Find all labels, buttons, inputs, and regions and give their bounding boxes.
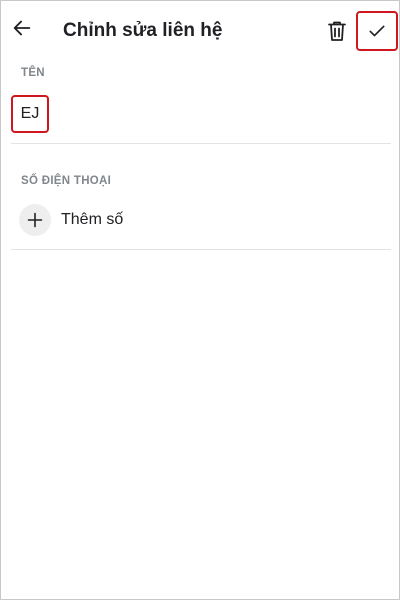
check-icon <box>369 25 385 37</box>
trash-icon <box>328 21 346 41</box>
add-phone-label: Thêm số <box>61 211 124 228</box>
name-section-label: TÊN <box>21 67 45 79</box>
page-title: Chỉnh sửa liên hệ <box>63 20 223 41</box>
delete-button[interactable] <box>323 16 351 46</box>
save-button[interactable] <box>356 11 398 51</box>
plus-icon <box>27 212 43 228</box>
back-button[interactable] <box>7 13 37 43</box>
divider <box>11 249 391 250</box>
arrow-left-icon <box>13 20 31 36</box>
phone-section-label: SỐ ĐIỆN THOẠI <box>21 175 112 187</box>
add-phone-button[interactable]: Thêm số <box>19 204 123 236</box>
add-phone-icon-circle <box>19 204 51 236</box>
contact-edit-screen: Chỉnh sửa liên hệ TÊN EJ SỐ ĐIỆN THOẠI T… <box>0 0 400 600</box>
name-field[interactable]: EJ <box>11 95 49 133</box>
app-bar: Chỉnh sửa liên hệ <box>1 1 399 59</box>
divider <box>11 143 391 144</box>
